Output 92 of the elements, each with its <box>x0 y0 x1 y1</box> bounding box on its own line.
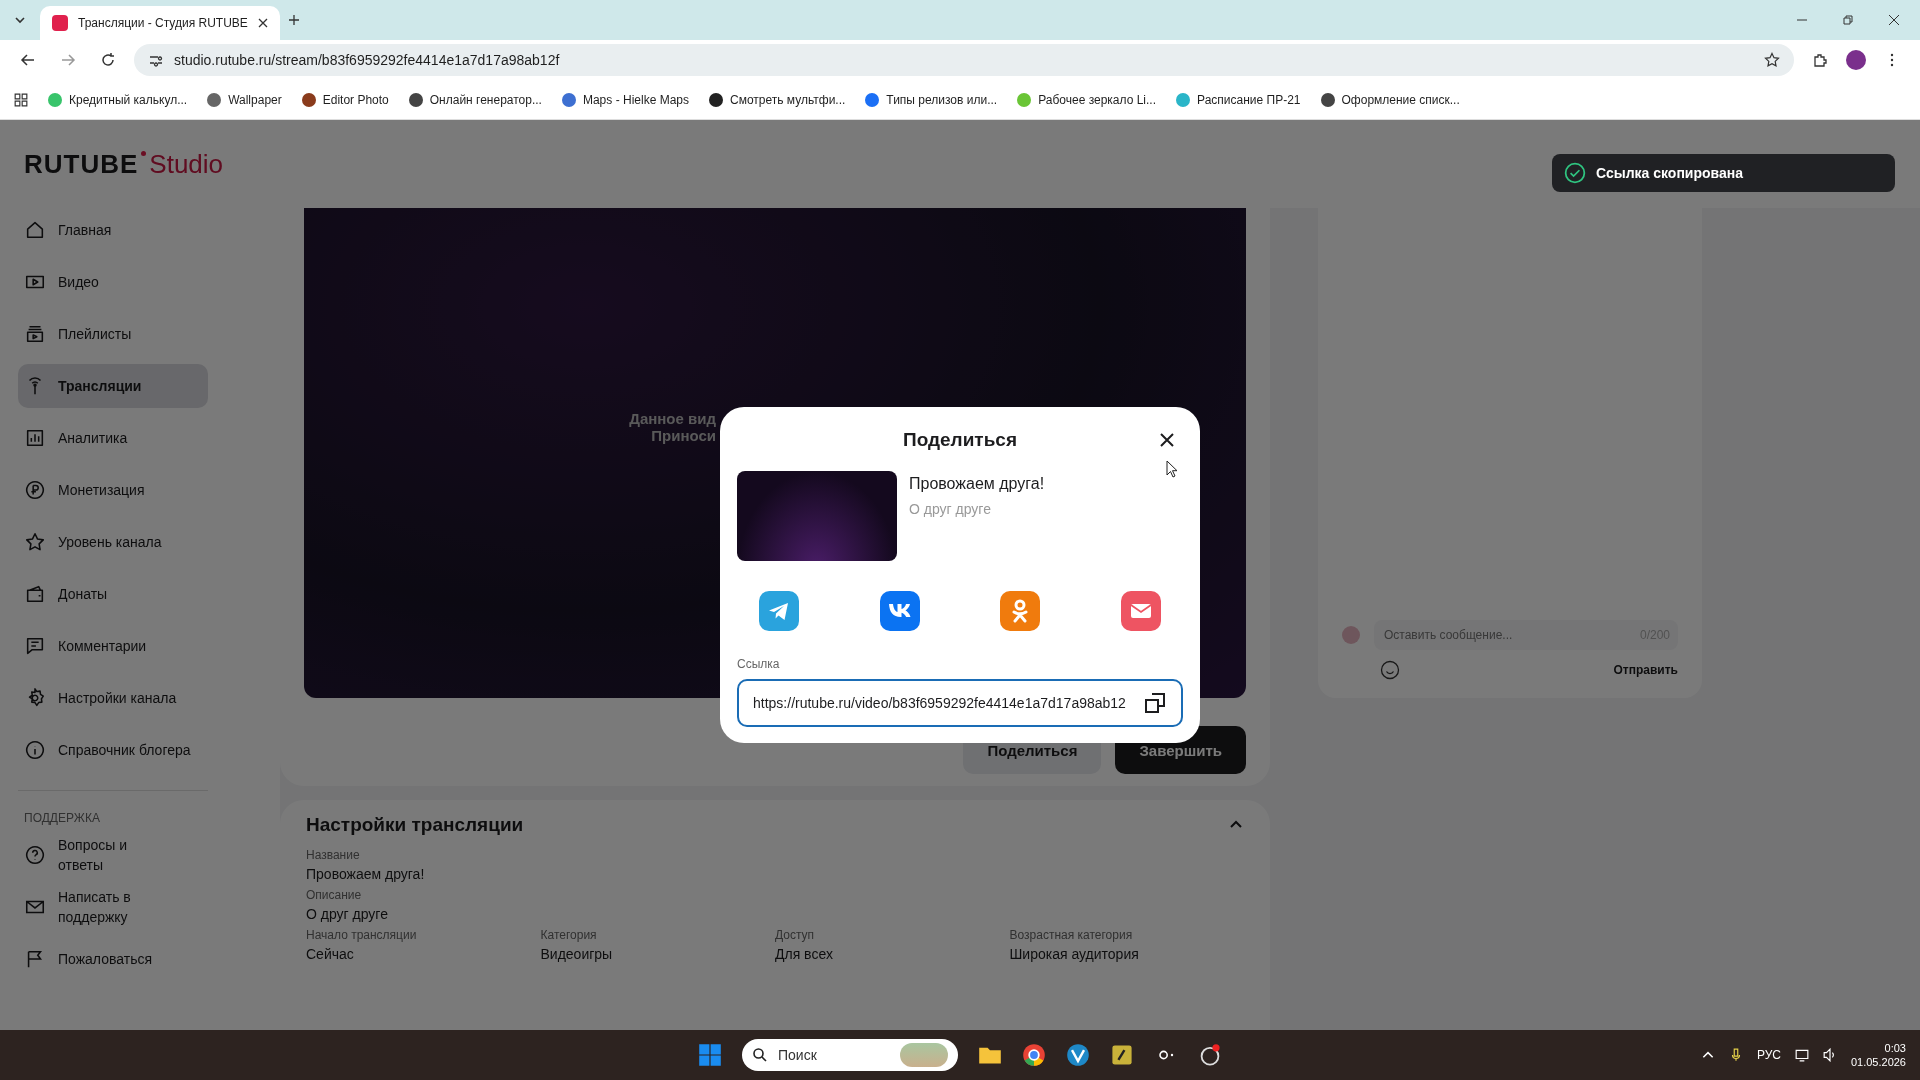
sidebar-item[interactable]: Комментарии <box>18 624 208 668</box>
app-icon[interactable] <box>1066 1043 1090 1067</box>
rutube-studio-logo[interactable]: RUTUBE Studio <box>24 148 224 180</box>
field-value: О друг друге <box>306 906 389 922</box>
sidebar-item[interactable]: Справочник блогера <box>18 728 208 772</box>
rutube-favicon-icon <box>52 15 68 31</box>
network-icon[interactable] <box>1794 1048 1809 1062</box>
bookmark-item[interactable]: Типы релизов или... <box>865 92 998 107</box>
bookmark-item[interactable]: Онлайн генератор... <box>408 92 542 107</box>
bookmark-item[interactable]: Editor Photo <box>301 92 389 107</box>
bookmark-item[interactable]: Расписание ПР-21 <box>1176 92 1301 107</box>
video-description: О друг друге <box>909 501 992 517</box>
clock[interactable]: 0:03 01.05.2026 <box>1850 1042 1906 1068</box>
profile-avatar[interactable] <box>1846 50 1866 70</box>
sidebar-item[interactable]: Главная <box>18 208 208 252</box>
new-tab-icon[interactable] <box>288 14 300 26</box>
player-message: Приноси <box>650 427 716 444</box>
dialog-title: Поделиться <box>903 429 1017 451</box>
sidebar-item[interactable]: Монетизация <box>18 468 208 512</box>
sidebar-item[interactable]: Уровень канала <box>18 520 208 564</box>
video-title: Провожаем друга! <box>909 475 1045 493</box>
telegram-icon[interactable] <box>759 591 799 631</box>
home-icon <box>24 219 46 241</box>
check-circle-icon <box>1564 162 1586 184</box>
message-input[interactable]: Оставить сообщение... <box>1382 627 1640 643</box>
wallet-icon <box>24 583 46 605</box>
ok-icon[interactable] <box>1000 591 1041 631</box>
bookmark-item[interactable]: Смотреть мультфи... <box>709 92 846 107</box>
sidebar-item[interactable]: Аналитика <box>18 416 208 460</box>
field-label: Название <box>306 848 361 862</box>
app-icon[interactable] <box>1198 1043 1222 1067</box>
field-label: Доступ <box>775 928 816 942</box>
field-label: Начало трансляции <box>306 928 418 942</box>
tab-title: Трансляции - Студия RUTUBE <box>78 16 248 30</box>
sidebar-item[interactable]: Донаты <box>18 572 208 616</box>
field-value: Провожаем друга! <box>306 866 426 882</box>
restore-icon[interactable] <box>1842 14 1854 26</box>
windows-start-icon[interactable] <box>698 1043 722 1067</box>
sidebar-item[interactable]: Настройки канала <box>18 676 208 720</box>
field-label: Категория <box>540 928 598 942</box>
sidebar-item[interactable]: Трансляции <box>18 364 208 408</box>
taskbar-search[interactable]: Поиск <box>742 1039 958 1071</box>
question-icon <box>24 844 46 866</box>
bookmark-item[interactable]: Оформление списк... <box>1320 92 1460 107</box>
ruble-icon <box>24 479 46 501</box>
browser-tab[interactable]: Трансляции - Студия RUTUBE <box>40 6 280 40</box>
sidebar-item[interactable]: Вопросы и ответы <box>18 833 208 877</box>
search-highlight-picture <box>900 1043 948 1067</box>
close-icon[interactable] <box>258 18 268 28</box>
url-text: studio.rutube.ru/stream/b83f6959292fe4414e1a7d17a98ab12f <box>174 52 560 68</box>
toast-message: Ссылка скопирована <box>1596 165 1744 181</box>
smiley-icon[interactable] <box>1380 660 1400 680</box>
field-value: Для всех <box>775 946 834 962</box>
sidebar-item[interactable]: Видео <box>18 260 208 304</box>
comment-icon <box>24 635 46 657</box>
section-heading: ПОДДЕРЖКА <box>23 811 101 825</box>
apps-grid-icon[interactable] <box>14 92 28 107</box>
bookmark-item[interactable]: Кредитный калькул... <box>48 92 188 107</box>
vk-icon[interactable] <box>879 591 920 631</box>
playlist-icon <box>24 323 46 345</box>
close-icon[interactable] <box>1888 14 1900 26</box>
info-icon <box>24 739 46 761</box>
sidebar-item[interactable]: Плейлисты <box>18 312 208 356</box>
keyboard-language[interactable]: РУС <box>1756 1048 1781 1062</box>
speaker-icon[interactable] <box>1822 1048 1837 1062</box>
star-icon <box>24 531 46 553</box>
user-avatar <box>1342 626 1360 644</box>
bookmark-item[interactable]: Wallpaper <box>207 92 282 107</box>
field-label: Возрастная категория <box>1009 928 1134 942</box>
field-value: Широкая аудитория <box>1009 946 1140 962</box>
chart-icon <box>24 427 46 449</box>
bookmark-item[interactable]: Maps - Hielke Maps <box>561 92 689 107</box>
search-icon <box>752 1047 768 1063</box>
sidebar-item[interactable]: Пожаловаться <box>18 937 208 981</box>
copy-icon[interactable] <box>1143 691 1167 715</box>
section-title: Настройки трансляции <box>306 814 524 836</box>
link-field[interactable]: https://rutube.ru/video/b83f6959292fe4414e1a7d17a98ab12 <box>737 679 1183 727</box>
field-label: Описание <box>306 888 363 902</box>
mail-icon[interactable] <box>1120 591 1161 631</box>
notes-app-icon[interactable] <box>1110 1043 1134 1067</box>
player-message: Данное вид <box>629 410 716 427</box>
bookmark-item[interactable]: Рабочее зеркало Li... <box>1017 92 1157 107</box>
field-value: Видеоигры <box>540 946 614 962</box>
send-button[interactable]: Отправить <box>1613 663 1678 677</box>
field-label: Ссылка <box>737 657 781 671</box>
address-bar[interactable]: studio.rutube.ru/stream/b83f6959292fe4414e1a7d17a98ab12f <box>134 44 1794 76</box>
sidebar-item[interactable]: Написать в поддержку <box>18 885 208 929</box>
field-value: Сейчас <box>306 946 355 962</box>
mouse-cursor-icon <box>1166 460 1178 478</box>
close-icon[interactable] <box>1159 432 1175 448</box>
star-icon[interactable] <box>1764 52 1780 68</box>
chrome-icon[interactable] <box>1022 1043 1046 1067</box>
